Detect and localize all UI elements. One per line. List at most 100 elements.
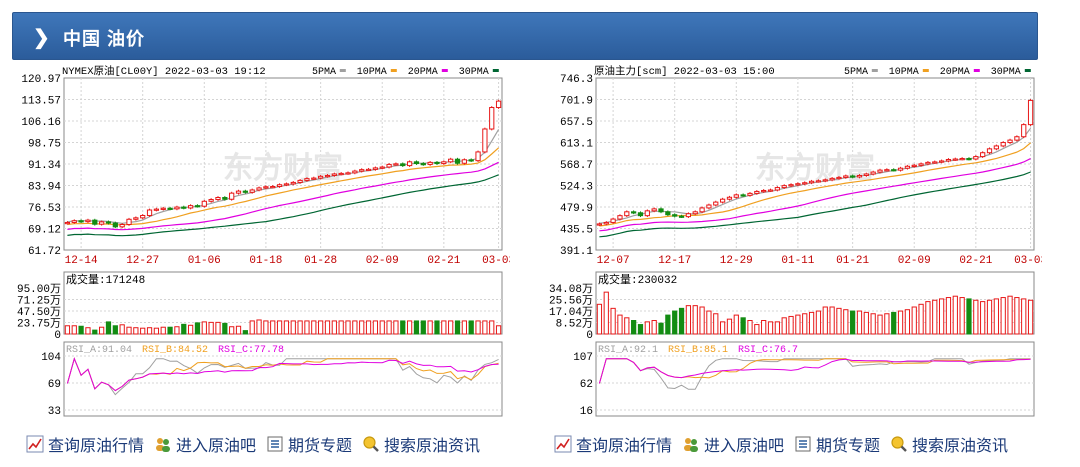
y-tick-label: 113.57 [21, 96, 61, 108]
candle-body [870, 171, 876, 175]
candle-body [719, 198, 726, 203]
candle-body [133, 217, 139, 220]
volume-bar [441, 320, 447, 335]
volume-bar [863, 311, 869, 335]
candle-body [651, 208, 657, 212]
volume-bar [1027, 299, 1034, 335]
candle-body [754, 190, 760, 194]
x-tick-label: 02-21 [427, 255, 460, 267]
volume-bar [276, 320, 283, 335]
legend-label: 20PMA [940, 67, 970, 78]
candle-body [263, 186, 269, 189]
candle-body [829, 177, 835, 181]
candle-body [897, 167, 904, 171]
rsi-tick-label: 16 [580, 406, 593, 418]
candle-body [836, 176, 842, 180]
candle-body [242, 190, 248, 193]
volume-bar [945, 297, 952, 335]
crude-oil-chart-nymex: NYMEX原油[CL00Y] 2022-03-03 19:12 5PMA 10PMA… [17, 64, 510, 418]
candle-body [324, 174, 331, 178]
volume-bar [829, 306, 835, 335]
people-icon [154, 435, 172, 453]
candle-body [187, 205, 194, 209]
link-chart[interactable]: 查询原油行情 [554, 432, 672, 456]
legend-label: 10PMA [357, 67, 387, 78]
volume-bar [318, 320, 324, 335]
volume-bar [146, 327, 153, 335]
volume-bar [808, 311, 815, 335]
volume-bar [208, 321, 214, 335]
candle-body [672, 214, 678, 217]
volume-bar [795, 314, 801, 335]
candle-body [699, 207, 705, 213]
rsi-label: RSI_A:92.1 [598, 345, 658, 356]
link-document[interactable]: 期货专题 [266, 432, 352, 456]
link-search[interactable]: 搜索原油资讯 [362, 432, 480, 456]
candle-body [489, 107, 495, 130]
volume-tick-label: 17.04万 [549, 306, 593, 319]
candle-body [802, 182, 808, 185]
volume-bar [85, 327, 91, 335]
y-tick-label: 479.9 [560, 203, 593, 215]
volume-bar [624, 317, 630, 335]
candle-body [713, 201, 719, 206]
candle-body [194, 205, 201, 208]
volume-bar [596, 303, 603, 335]
candle-body [482, 128, 488, 153]
volume-bar [112, 325, 118, 335]
candle-body [959, 158, 965, 161]
y-tick-label: 83.94 [28, 182, 61, 194]
candle-body [925, 161, 931, 165]
chart-icon [26, 435, 44, 453]
x-tick-label: 12-29 [720, 255, 753, 267]
volume-bar [495, 325, 502, 335]
legend-label: 5PMA [844, 67, 868, 78]
section-title: 中国 油价 [63, 29, 146, 49]
volume-bar [788, 315, 794, 335]
chart-title: NYMEX原油[CL00Y] 2022-03-03 19:12 [62, 64, 266, 78]
link-people[interactable]: 进入原油吧 [682, 432, 784, 456]
candle-body [475, 151, 481, 162]
volume-bar [856, 310, 863, 335]
y-tick-label: 657.5 [560, 117, 593, 129]
volume-bar [400, 320, 406, 335]
candle-body [706, 204, 712, 209]
legend-swatch [871, 69, 878, 72]
candle-body [372, 167, 379, 170]
chart-title: 原油主力[scm] 2022-03-03 15:00 [594, 64, 775, 78]
x-tick-label: 12-27 [126, 255, 159, 267]
candle-body [153, 208, 160, 211]
candle-body [454, 158, 461, 164]
legend-swatch [922, 69, 929, 72]
volume-bar [160, 326, 166, 335]
candle-body [822, 179, 828, 182]
x-tick-label: 02-09 [366, 255, 399, 267]
volume-bar [685, 305, 692, 335]
x-tick-label: 01-18 [249, 255, 282, 267]
candle-body [276, 184, 283, 187]
candle-body [1007, 139, 1013, 144]
volume-bar [932, 299, 938, 335]
volume-bar [897, 310, 904, 335]
document-icon [794, 435, 812, 453]
volume-bar [767, 321, 774, 335]
candle-body [891, 169, 897, 172]
legend-swatch [441, 69, 448, 72]
link-chart[interactable]: 查询原油行情 [26, 432, 144, 456]
link-document[interactable]: 期货专题 [794, 432, 880, 456]
candle-body [980, 152, 986, 158]
volume-bar [891, 311, 897, 335]
candle-body [64, 221, 71, 225]
volume-bar [283, 320, 290, 335]
candle-body [229, 192, 235, 200]
volume-bar [448, 320, 454, 335]
candle-body [386, 163, 392, 168]
link-people[interactable]: 进入原油吧 [154, 432, 256, 456]
rsi-tick-label: 69 [48, 379, 61, 391]
candle-body [112, 222, 118, 228]
candle-body [774, 187, 780, 191]
candle-body [352, 170, 358, 174]
x-tick-label: 01-21 [836, 255, 869, 267]
candle-body [843, 175, 849, 178]
link-search[interactable]: 搜索原油资讯 [890, 432, 1008, 456]
